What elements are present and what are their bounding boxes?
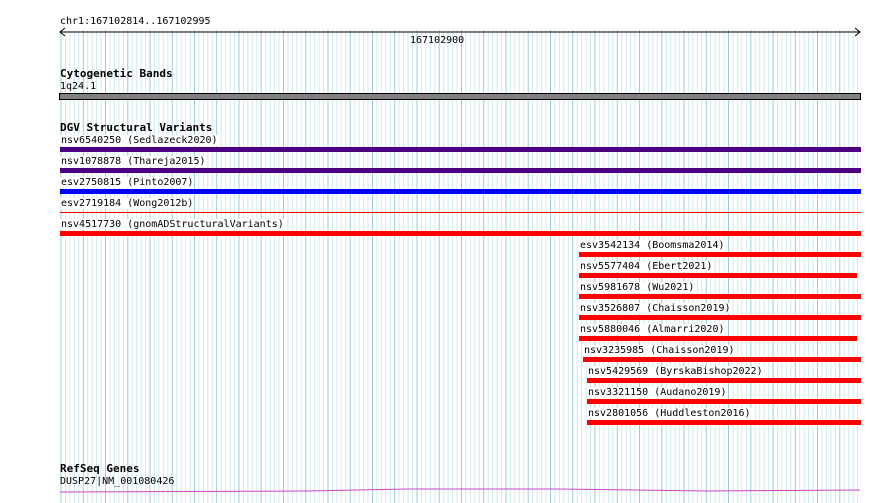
dgv-feature-label: nsv5981678 (Wu2021) <box>579 282 696 293</box>
dgv-feature-bar[interactable] <box>60 147 861 152</box>
dgv-feature-bar[interactable] <box>60 168 861 173</box>
dgv-feature-bar[interactable] <box>579 252 861 257</box>
dgv-feature-label: nsv3235985 (Chaisson2019) <box>583 345 736 356</box>
dgv-feature-bar[interactable] <box>579 315 861 320</box>
dgv-feature-label: nsv5577404 (Ebert2021) <box>579 261 714 272</box>
dgv-feature-label: esv2750815 (Pinto2007) <box>60 177 195 188</box>
dgv-feature-bar[interactable] <box>579 294 861 299</box>
dgv-feature-bar[interactable] <box>60 231 861 236</box>
ruler-tick-label: 167102900 <box>410 35 465 46</box>
cytoband-bar[interactable] <box>59 93 861 100</box>
dgv-feature-label: nsv2801056 (Huddleston2016) <box>587 408 752 419</box>
dgv-feature-label: nsv4517730 (gnomADStructuralVariants) <box>60 219 285 230</box>
dgv-feature-label: esv2719184 (Wong2012b) <box>60 198 195 209</box>
cytobands-track-title: Cytogenetic Bands <box>60 67 173 80</box>
cytoband-label: 1q24.1 <box>60 81 97 92</box>
dgv-feature-bar[interactable] <box>60 212 861 213</box>
dgv-feature-label: nsv5429569 (ByrskaBishop2022) <box>587 366 764 377</box>
genome-browser-panel: chr1:167102814..167102995 167102900 Cyto… <box>0 0 890 503</box>
dgv-feature-label: nsv3321150 (Audano2019) <box>587 387 728 398</box>
dgv-feature-bar[interactable] <box>587 420 861 425</box>
dgv-feature-label: nsv3526807 (Chaisson2019) <box>579 303 732 314</box>
dgv-feature-label: nsv5880046 (Almarri2020) <box>579 324 726 335</box>
dgv-feature-label: esv3542134 (Boomsma2014) <box>579 240 726 251</box>
refseq-gene-line[interactable] <box>58 486 862 494</box>
dgv-feature-bar[interactable] <box>579 336 857 341</box>
dgv-feature-bar[interactable] <box>587 378 861 383</box>
dgv-track-title: DGV Structural Variants <box>60 121 213 134</box>
dgv-feature-label: nsv6540250 (Sedlazeck2020) <box>60 135 219 146</box>
dgv-feature-bar[interactable] <box>579 273 857 278</box>
dgv-feature-bar[interactable] <box>583 357 861 362</box>
dgv-feature-bar[interactable] <box>587 399 861 404</box>
refseq-track-title: RefSeq Genes <box>60 462 140 475</box>
dgv-feature-label: nsv1078878 (Thareja2015) <box>60 156 207 167</box>
dgv-feature-bar[interactable] <box>60 189 861 194</box>
